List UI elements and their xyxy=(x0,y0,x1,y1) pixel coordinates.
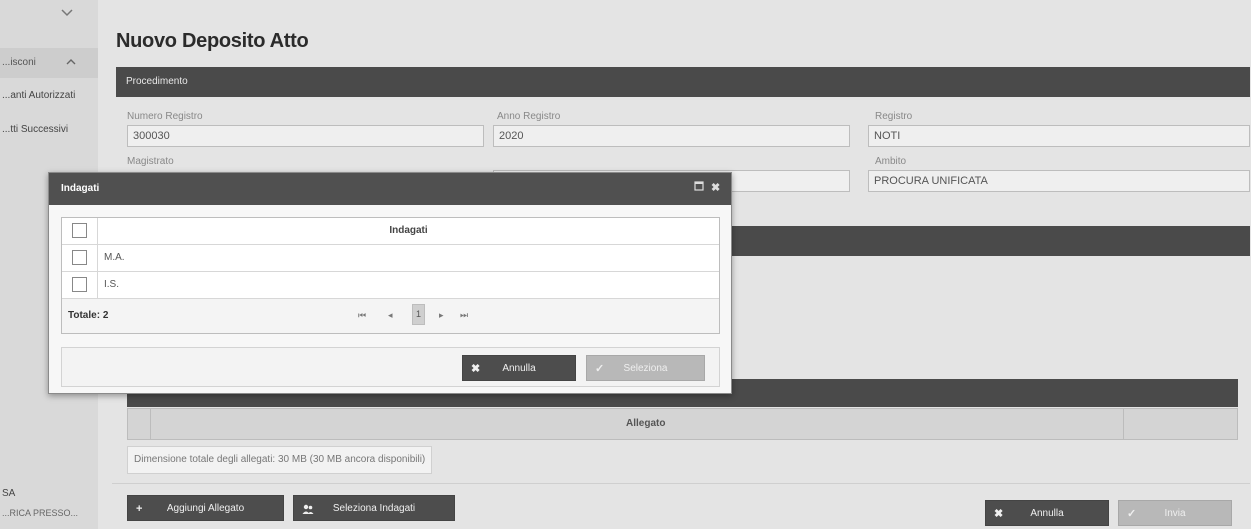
dialog-header[interactable]: Indagati ✖ xyxy=(49,173,731,205)
sidebar-item-atti-successivi[interactable]: ...tti Successivi xyxy=(0,124,98,135)
user-office: ...RICA PRESSO... xyxy=(2,508,79,518)
registro-field[interactable]: NOTI xyxy=(868,125,1250,147)
magistrato-label: Magistrato xyxy=(127,156,174,167)
page-title: Nuovo Deposito Atto xyxy=(116,30,309,52)
checkbox-cell xyxy=(62,245,98,271)
table-row[interactable]: M.A. xyxy=(62,245,719,272)
last-page-icon[interactable]: ⏭ xyxy=(460,310,468,321)
row-label: I.S. xyxy=(104,279,120,290)
numero-registro-field[interactable]: 300030 xyxy=(127,125,484,147)
total-count: Totale: 2 xyxy=(68,310,109,321)
current-page[interactable]: 1 xyxy=(412,304,425,325)
dialog-cancel-label: Annulla xyxy=(502,363,536,374)
chevron-up-icon xyxy=(66,48,76,78)
anno-registro-field[interactable]: 2020 xyxy=(493,125,850,147)
sidebar-item-label: ...tti Successivi xyxy=(2,124,69,135)
cancel-label: Annulla xyxy=(1030,508,1064,519)
sidebar-item-autorizzati[interactable]: ...anti Autorizzati xyxy=(0,90,98,101)
procedimento-header-label: Procedimento xyxy=(126,76,188,87)
add-attachment-button[interactable]: + Aggiungi Allegato xyxy=(127,495,284,521)
indagati-grid: Indagati M.A. I.S. Totale: 2 ⏮ ◂ 1 ▸ ⏭ xyxy=(61,217,720,334)
column-divider xyxy=(150,409,151,439)
user-name: SA xyxy=(2,488,16,499)
cancel-button[interactable]: ✖ Annulla xyxy=(985,500,1109,526)
chevron-down-icon[interactable] xyxy=(60,6,74,20)
indagati-column-header: Indagati xyxy=(389,225,428,236)
prev-page-icon[interactable]: ◂ xyxy=(388,310,393,321)
ambito-field[interactable]: PROCURA UNIFICATA xyxy=(868,170,1250,192)
send-label: Invia xyxy=(1164,508,1186,519)
sidebar-section-header[interactable]: ...isconi xyxy=(0,48,98,78)
row-checkbox[interactable] xyxy=(72,250,87,265)
registro-label: Registro xyxy=(875,111,913,122)
row-label: M.A. xyxy=(104,252,125,263)
dialog-actions: ✖ Annulla ✓ Seleziona xyxy=(61,347,720,387)
dialog-select-button[interactable]: ✓ Seleziona xyxy=(586,355,705,381)
first-page-icon[interactable]: ⏮ xyxy=(358,310,366,321)
next-page-icon[interactable]: ▸ xyxy=(439,310,444,321)
close-icon[interactable]: ✖ xyxy=(711,181,723,195)
numero-registro-label: Numero Registro xyxy=(127,111,203,122)
divider xyxy=(112,483,1250,484)
select-all-cell xyxy=(62,218,98,244)
table-row[interactable]: I.S. xyxy=(62,272,719,299)
dialog-cancel-button[interactable]: ✖ Annulla xyxy=(462,355,576,381)
dimension-note: Dimensione totale degli allegati: 30 MB … xyxy=(127,446,433,474)
row-checkbox[interactable] xyxy=(72,277,87,292)
ambito-label: Ambito xyxy=(875,156,907,167)
anno-registro-label: Anno Registro xyxy=(497,111,561,122)
checkbox-cell xyxy=(62,272,98,298)
allegati-table-header: Allegato xyxy=(127,408,1238,440)
dialog-title: Indagati xyxy=(61,183,100,194)
select-suspects-button[interactable]: Seleziona Indagati xyxy=(293,495,455,521)
add-attachment-label: Aggiungi Allegato xyxy=(166,503,245,514)
grid-header-row: Indagati xyxy=(62,218,719,245)
column-divider xyxy=(1123,409,1124,439)
send-button[interactable]: ✓ Invia xyxy=(1118,500,1232,526)
dialog-select-label: Seleziona xyxy=(623,363,668,374)
procedimento-header: Procedimento xyxy=(116,67,1250,97)
sidebar-item-label: ...anti Autorizzati xyxy=(2,90,76,101)
maximize-icon[interactable] xyxy=(694,181,706,195)
indagati-dialog: Indagati ✖ Indagati M.A. I.S. Totale: 2 xyxy=(48,172,732,394)
select-all-checkbox[interactable] xyxy=(72,223,87,238)
select-suspects-label: Seleziona Indagati xyxy=(332,503,416,514)
sidebar-section-label: ...isconi xyxy=(2,57,36,68)
allegato-column-label: Allegato xyxy=(626,418,666,429)
grid-footer: Totale: 2 ⏮ ◂ 1 ▸ ⏭ xyxy=(62,299,719,333)
